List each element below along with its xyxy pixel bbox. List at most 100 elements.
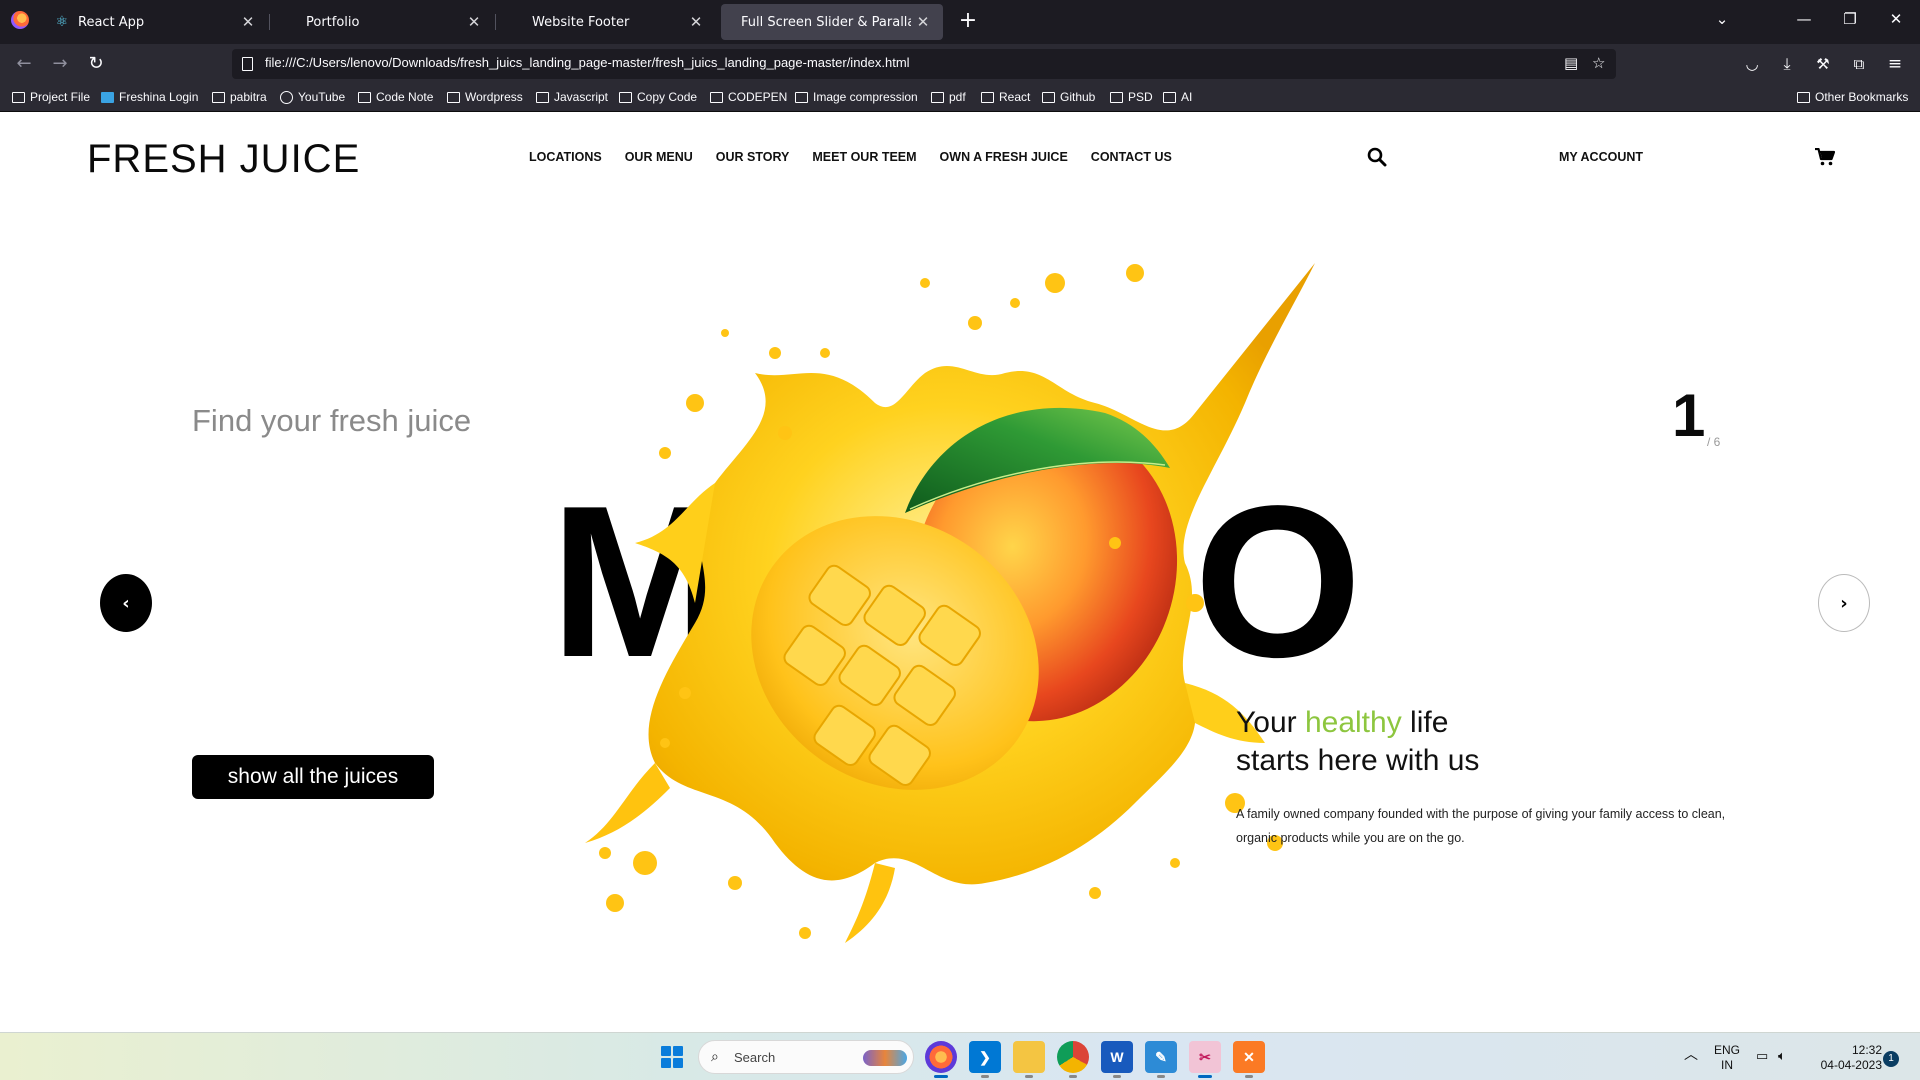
minimize-button[interactable]: — [1792, 10, 1816, 28]
bookmark-label: AI [1181, 90, 1193, 104]
chrome-icon[interactable] [1057, 1041, 1089, 1078]
bookmark-codepen[interactable]: CODEPEN [710, 90, 787, 104]
url-text[interactable]: file:///C:/Users/lenovo/Downloads/fresh_… [265, 55, 910, 70]
menu-item-meet-our-team[interactable]: MEET OUR TEEM [812, 150, 916, 164]
other-bookmarks[interactable]: Other Bookmarks [1797, 90, 1908, 104]
previous-slide-button[interactable]: ‹ [100, 574, 152, 632]
folder-icon [212, 91, 225, 103]
windows-start-icon[interactable] [661, 1046, 683, 1068]
bookmark-star-icon[interactable]: ☆ [1592, 54, 1605, 72]
my-account-link[interactable]: MY ACCOUNT [1559, 150, 1643, 164]
clock-time: 12:32 [1851, 1043, 1882, 1057]
bookmark-label: Github [1060, 90, 1096, 104]
main-menu: LOCATIONS OUR MENU OUR STORY MEET OUR TE… [529, 150, 1195, 164]
slide-counter-total: / 6 [1707, 435, 1721, 449]
bookmark-react[interactable]: React [981, 90, 1030, 104]
chevron-up-icon[interactable]: ︿ [1684, 1047, 1698, 1062]
paint-icon[interactable]: ✎ [1145, 1041, 1177, 1078]
taskbar-search[interactable]: ⌕ Search [698, 1040, 914, 1074]
tab-react-app[interactable]: ⚛ React App ✕ [42, 4, 268, 40]
close-window-button[interactable]: ✕ [1884, 10, 1908, 28]
file-explorer-icon[interactable] [1013, 1041, 1045, 1078]
bookmark-pdf[interactable]: pdf [931, 90, 966, 104]
firefox-menu-icon[interactable] [11, 11, 29, 29]
menu-item-our-story[interactable]: OUR STORY [716, 150, 790, 164]
snipping-tool-icon[interactable]: ✂ [1189, 1041, 1221, 1078]
next-slide-button[interactable]: › [1818, 574, 1870, 632]
menu-item-contact-us[interactable]: CONTACT US [1091, 150, 1172, 164]
close-tab-icon[interactable]: ✕ [462, 13, 486, 31]
back-arrow-icon[interactable]: ← [12, 52, 36, 76]
downloads-icon[interactable]: ⤓ [1775, 52, 1799, 76]
volume-icon[interactable]: 🔈︎ [1778, 1048, 1786, 1063]
page-info-icon[interactable] [242, 57, 253, 71]
menu-item-locations[interactable]: LOCATIONS [529, 150, 602, 164]
bookmark-youtube[interactable]: YouTube [280, 90, 345, 104]
tab-label: Full Screen Slider & Parallax [741, 14, 911, 30]
bookmark-pabitra[interactable]: pabitra [212, 90, 267, 104]
bookmark-freshina-login[interactable]: Freshina Login [101, 90, 198, 104]
bookmark-label: Other Bookmarks [1815, 90, 1909, 104]
firefox-icon[interactable] [925, 1041, 957, 1078]
bookmark-label: Javascript [554, 90, 609, 104]
extensions-icon[interactable]: ⧉ [1847, 52, 1871, 76]
bookmark-label: Code Note [376, 90, 434, 104]
hamburger-menu-icon[interactable]: ≡ [1883, 52, 1907, 76]
bookmark-label: pdf [949, 90, 966, 104]
bookmark-copy-code[interactable]: Copy Code [619, 90, 697, 104]
site-logo[interactable]: FRESH JUICE [87, 137, 360, 182]
tab-website-footer[interactable]: Website Footer ✕ [496, 4, 716, 40]
pocket-icon[interactable]: ◡ [1740, 52, 1764, 76]
folder-icon [536, 91, 549, 103]
bookmark-label: Wordpress [465, 90, 523, 104]
search-highlight-image [863, 1050, 907, 1066]
windows-taskbar: ⌕ Search ❯ W ✎ ✂ ✕ ︿ ENG IN ▭ 🔈︎ 12:32 0… [0, 1032, 1920, 1080]
menu-item-own-a-fresh-juice[interactable]: OWN A FRESH JUICE [940, 150, 1068, 164]
globe-icon [280, 90, 293, 104]
tab-full-screen-slider[interactable]: Full Screen Slider & Parallax ✕ [721, 4, 943, 40]
bookmark-github[interactable]: Github [1042, 90, 1095, 104]
bookmark-code-note[interactable]: Code Note [358, 90, 433, 104]
bookmark-project-file[interactable]: Project File [12, 90, 90, 104]
restore-button[interactable]: ❐ [1838, 10, 1862, 28]
shopping-cart-icon[interactable] [1815, 148, 1835, 166]
browser-tab-bar: ⚛ React App ✕ Portfolio ✕ Website Footer… [0, 0, 1920, 44]
search-icon[interactable] [1367, 147, 1387, 167]
xampp-icon[interactable]: ✕ [1233, 1041, 1265, 1078]
close-tab-icon[interactable]: ✕ [684, 13, 708, 31]
close-tab-icon[interactable]: ✕ [236, 13, 260, 31]
url-bar[interactable]: file:///C:/Users/lenovo/Downloads/fresh_… [232, 49, 1616, 79]
show-all-juices-button[interactable]: show all the juices [192, 755, 434, 799]
network-icon[interactable]: ▭ [1756, 1048, 1768, 1063]
bookmark-label: React [999, 90, 1031, 104]
vscode-icon[interactable]: ❯ [969, 1041, 1001, 1078]
folder-icon [1163, 91, 1176, 103]
folder-icon [931, 91, 944, 103]
bookmark-wordpress[interactable]: Wordpress [447, 90, 523, 104]
bookmark-psd[interactable]: PSD [1110, 90, 1153, 104]
word-icon[interactable]: W [1101, 1041, 1133, 1078]
reload-icon[interactable]: ↻ [84, 52, 108, 76]
close-tab-icon[interactable]: ✕ [911, 13, 935, 31]
bookmark-image-compression[interactable]: Image compression [795, 90, 918, 104]
react-icon: ⚛ [55, 14, 69, 30]
forward-arrow-icon[interactable]: → [48, 52, 72, 76]
chevron-left-icon: ‹ [122, 592, 130, 614]
browser-nav-bar: ← → ↻ file:///C:/Users/lenovo/Downloads/… [0, 44, 1920, 84]
list-all-tabs-icon[interactable]: ⌄ [1710, 10, 1734, 28]
reader-view-icon[interactable]: ▤ [1564, 54, 1578, 72]
bookmark-label: CODEPEN [728, 90, 788, 104]
bookmark-label: PSD [1128, 90, 1153, 104]
headline-accent-word: healthy [1304, 706, 1402, 739]
new-tab-button[interactable]: + [956, 10, 980, 34]
wrench-icon[interactable]: ⚒ [1811, 52, 1835, 76]
bookmark-label: Image compression [813, 90, 918, 104]
language-indicator[interactable]: ENG IN [1714, 1043, 1740, 1073]
notification-badge[interactable]: 1 [1883, 1051, 1899, 1067]
clock[interactable]: 12:32 04-04-2023 [1812, 1043, 1882, 1073]
menu-item-our-menu[interactable]: OUR MENU [625, 150, 693, 164]
bookmark-ai[interactable]: AI [1163, 90, 1192, 104]
bookmark-javascript[interactable]: Javascript [536, 90, 608, 104]
hero-tagline: Find your fresh juice [192, 403, 472, 438]
tab-portfolio[interactable]: Portfolio ✕ [270, 4, 494, 40]
